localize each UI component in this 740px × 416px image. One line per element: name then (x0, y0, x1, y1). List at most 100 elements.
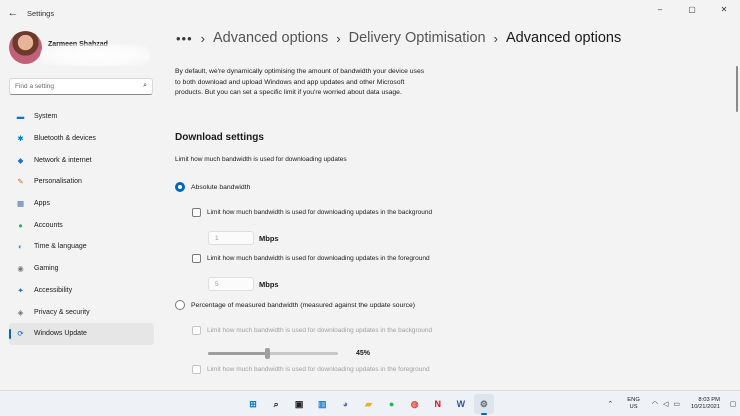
sidebar-item-accessibility[interactable]: ✦ Accessibility (9, 280, 154, 302)
slider-fill (208, 352, 267, 355)
taskbar-start-button[interactable]: ⊞ (243, 394, 263, 414)
chevron-up-icon[interactable]: ⌃ (607, 400, 613, 408)
taskbar-teams-chat-button[interactable]: ◕ (335, 394, 355, 414)
main-content: ••• › Advanced options › Delivery Optimi… (160, 26, 740, 390)
sidebar-item-label: Accounts (34, 221, 63, 229)
search-input[interactable] (15, 83, 135, 90)
accessibility-icon: ✦ (17, 285, 24, 295)
percentage-bandwidth-option[interactable]: Percentage of measured bandwidth (measur… (175, 300, 415, 310)
window-controls: – ▢ ✕ (644, 0, 740, 18)
spotify-icon: ● (388, 399, 395, 409)
region-code: US (629, 404, 638, 410)
page-title: Advanced options (505, 30, 622, 46)
sidebar-item-label: Personalisation (34, 178, 82, 186)
settings-icon: ⚙ (479, 398, 488, 409)
taskbar-search-button[interactable]: ⌕ (266, 394, 286, 414)
taskbar-spotify-button[interactable]: ● (382, 394, 402, 414)
absolute-bandwidth-radio[interactable] (175, 182, 185, 192)
system-tray: ⌃ ENG US ◠ ◁ ▭ 8:03 PM 10/21/2021 ▢ (607, 391, 740, 416)
sidebar-item-gaming[interactable]: ◉ Gaming (9, 258, 154, 280)
taskbar-settings-button[interactable]: ⚙ (473, 394, 494, 415)
percentage-background-limit-label: Limit how much bandwidth is used for dow… (207, 327, 433, 334)
sidebar-item-accounts[interactable]: ● Accounts (9, 214, 154, 236)
sidebar-item-label: Windows Update (34, 330, 87, 338)
sidebar-item-network-and-internet[interactable]: ◆ Network & internet (9, 149, 154, 171)
absolute-background-limit-label: Limit how much bandwidth is used for dow… (207, 209, 433, 216)
sidebar-item-bluetooth-and-devices[interactable]: ✱ Bluetooth & devices (9, 128, 154, 150)
redacted-email-blur (40, 44, 150, 66)
description-text: By default, we're dynamically optimising… (175, 68, 425, 96)
battery-icon[interactable]: ▭ (673, 400, 680, 408)
vertical-scrollbar[interactable] (736, 66, 738, 112)
breadcrumb: ••• › Advanced options › Delivery Optimi… (176, 30, 621, 46)
accounts-icon: ● (18, 220, 23, 230)
netflix-icon: N (434, 399, 442, 409)
percentage-bandwidth-radio[interactable] (175, 300, 185, 310)
sidebar-item-label: System (34, 113, 58, 121)
absolute-foreground-limit-option[interactable]: Limit how much bandwidth is used for dow… (192, 254, 430, 263)
taskbar: ⊞ ⌕ ▣ ▥ ◕ ▰ ● ◍ N W ⚙ ⌃ ENG US ◠ ◁ ▭ 8:03 PM 10/21… (0, 390, 740, 416)
taskbar-widgets-button[interactable]: ▥ (312, 394, 332, 414)
percentage-foreground-limit-label: Limit how much bandwidth is used for dow… (207, 366, 430, 373)
apps-icon: ▦ (16, 199, 25, 209)
wifi-icon[interactable]: ◠ (652, 400, 658, 408)
system-icon: ▬ (16, 112, 25, 122)
privacy-and-security-icon: ◈ (17, 307, 24, 317)
absolute-background-limit-option[interactable]: Limit how much bandwidth is used for dow… (192, 208, 432, 217)
sidebar-item-apps[interactable]: ▦ Apps (9, 193, 154, 215)
absolute-background-unit: Mbps (259, 233, 279, 243)
arrow-left-icon: ← (7, 7, 19, 19)
breadcrumb-item-delivery-optimisation[interactable]: Delivery Optimisation (349, 30, 486, 46)
close-button[interactable]: ✕ (708, 0, 740, 18)
percentage-background-limit-checkbox[interactable] (192, 326, 201, 335)
sidebar-item-label: Gaming (34, 265, 59, 273)
time-and-language-icon: ◐ (18, 242, 23, 252)
task-view-icon: ▣ (294, 398, 304, 409)
sidebar-item-label: Accessibility (34, 286, 73, 294)
taskbar-chrome-button[interactable]: ◍ (405, 394, 425, 414)
network-and-internet-icon: ◆ (17, 155, 24, 165)
absolute-foreground-limit-checkbox[interactable] (192, 254, 201, 263)
percentage-bandwidth-label: Percentage of measured bandwidth (measur… (191, 301, 416, 309)
percentage-background-slider[interactable] (208, 348, 338, 359)
sidebar-item-system[interactable]: ▬ System (9, 106, 154, 128)
breadcrumb-separator: › (200, 30, 205, 46)
sidebar-item-privacy-and-security[interactable]: ◈ Privacy & security (9, 301, 154, 323)
word-icon: W (456, 399, 466, 409)
taskbar-word-button[interactable]: W (451, 394, 471, 414)
sidebar-item-windows-update[interactable]: ⟳ Windows Update (9, 322, 154, 345)
taskbar-task-view-button[interactable]: ▣ (289, 394, 309, 414)
back-button[interactable]: ← (0, 0, 26, 26)
sidebar-item-time-and-language[interactable]: ◐ Time & language (9, 236, 154, 258)
taskbar-netflix-button[interactable]: N (428, 394, 448, 414)
language-indicator[interactable]: ENG US (627, 397, 640, 411)
search-box[interactable]: ⌕ (9, 78, 153, 95)
maximize-button[interactable]: ▢ (676, 0, 708, 18)
volume-icon[interactable]: ◁ (663, 400, 668, 408)
sidebar-item-label: Time & language (34, 243, 87, 251)
minimize-button[interactable]: – (644, 0, 676, 18)
start-icon: ⊞ (249, 398, 257, 409)
breadcrumb-item-advanced-options[interactable]: Advanced options (213, 30, 328, 46)
personalisation-icon: ✎ (17, 177, 24, 187)
breadcrumb-more-button[interactable]: ••• (176, 31, 193, 46)
search-icon[interactable]: ⌕ (143, 82, 147, 90)
absolute-foreground-mbps-input[interactable] (208, 277, 254, 291)
percentage-background-value: 45% (356, 350, 371, 357)
notification-icon[interactable]: ▢ (728, 399, 738, 409)
absolute-background-limit-checkbox[interactable] (192, 208, 201, 217)
taskbar-file-explorer-button[interactable]: ▰ (358, 394, 378, 414)
navigation-list: ▬ System ✱ Bluetooth & devices ◆ Network & in… (9, 106, 154, 345)
slider-thumb[interactable] (264, 348, 270, 359)
clock[interactable]: 8:03 PM 10/21/2021 (691, 397, 720, 412)
absolute-background-mbps-input[interactable] (208, 231, 254, 245)
percentage-background-limit-option[interactable]: Limit how much bandwidth is used for dow… (192, 326, 432, 335)
absolute-bandwidth-option[interactable]: Absolute bandwidth (175, 182, 250, 192)
sidebar: Zarmeen Shahzad ⌕ ▬System✱Bluetooth & de… (0, 26, 160, 390)
sidebar-item-label: Network & internet (34, 156, 92, 164)
clock-time: 8:03 PM (698, 396, 720, 403)
percentage-foreground-limit-checkbox[interactable] (192, 365, 201, 374)
absolute-bandwidth-label: Absolute bandwidth (191, 183, 251, 191)
percentage-foreground-limit-option[interactable]: Limit how much bandwidth is used for dow… (192, 365, 430, 374)
sidebar-item-personalisation[interactable]: ✎ Personalisation (9, 171, 154, 193)
